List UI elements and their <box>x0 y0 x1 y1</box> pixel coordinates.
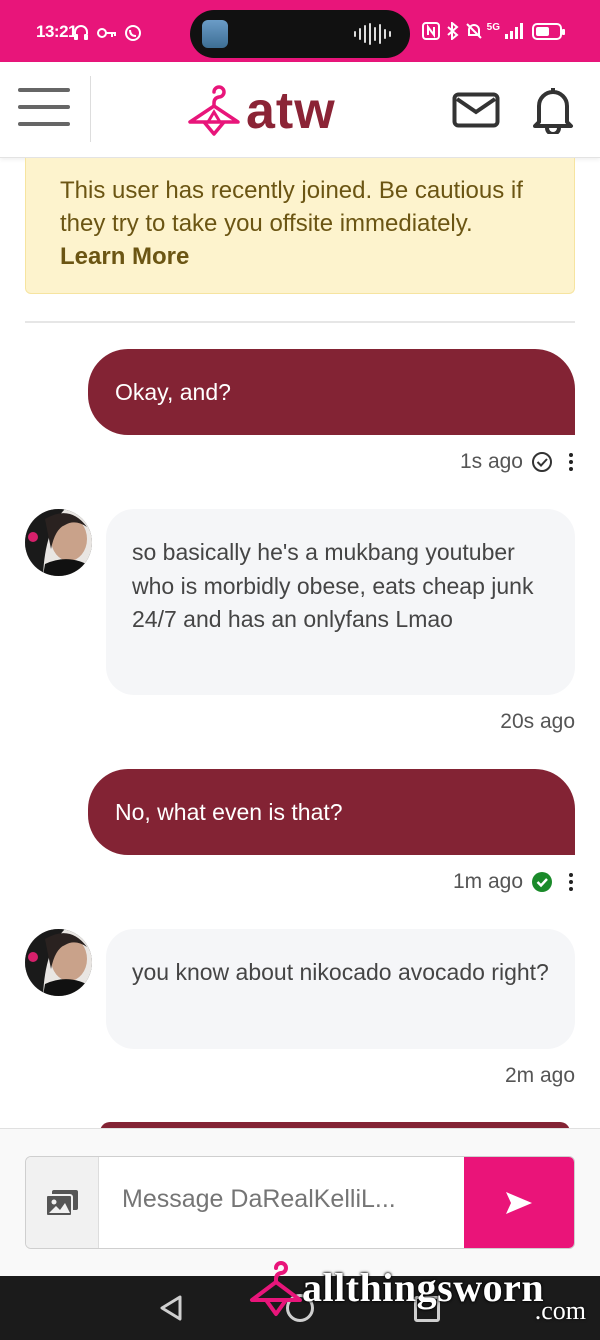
message-text: so basically he's a mukbang youtuber who… <box>132 539 534 632</box>
attach-image-button[interactable] <box>26 1157 99 1248</box>
dynamic-island <box>190 10 410 58</box>
bell-icon <box>533 88 573 136</box>
watermark-suffix: .com <box>534 1296 586 1325</box>
watermark-text: allthingsworn <box>302 1265 545 1310</box>
bluetooth-icon <box>446 22 459 40</box>
warning-text: This user has recently joined. Be cautio… <box>60 177 523 237</box>
message-composer <box>25 1156 575 1249</box>
nfc-icon <box>421 22 440 40</box>
logo-text: atw <box>246 82 336 140</box>
message-meta: 2m ago <box>505 1064 575 1088</box>
network-label: 5G <box>486 21 500 33</box>
whatsapp-icon <box>124 24 142 42</box>
learn-more-link[interactable]: Learn More <box>60 240 540 273</box>
key-icon <box>96 24 118 42</box>
hanger-watermark-icon <box>250 1261 302 1316</box>
message-meta: 1m ago <box>453 870 575 894</box>
outgoing-message: Okay, and? <box>88 349 575 435</box>
media-thumbnail <box>202 20 228 48</box>
menu-button[interactable] <box>18 88 70 132</box>
back-icon[interactable] <box>158 1294 184 1322</box>
avatar[interactable] <box>25 509 92 576</box>
incoming-message: so basically he's a mukbang youtuber who… <box>106 509 575 695</box>
outgoing-message: No, what even is that? <box>88 769 575 855</box>
message-text: No, what even is that? <box>115 799 343 825</box>
hanger-logo-icon <box>188 85 240 136</box>
avatar-photo <box>25 509 92 576</box>
message-input[interactable] <box>122 1185 452 1214</box>
send-button[interactable] <box>464 1157 574 1248</box>
new-user-warning: This user has recently joined. Be cautio… <box>25 158 575 294</box>
signal-icon <box>505 23 523 39</box>
incoming-message: you know about nikocado avocado right? <box>106 929 575 1049</box>
battery-icon <box>532 22 565 40</box>
message-meta: 1s ago <box>460 450 575 474</box>
avatar-photo <box>25 929 92 996</box>
message-time: 1m ago <box>452 870 523 893</box>
image-gallery-icon <box>45 1189 78 1217</box>
status-left-icons <box>72 24 142 42</box>
message-meta: 20s ago <box>500 710 575 734</box>
status-time: 13:21 <box>36 22 77 41</box>
message-text: Okay, and? <box>115 379 231 405</box>
envelope-icon <box>452 92 500 128</box>
atw-logo[interactable]: atw <box>186 82 336 140</box>
message-time: 2m ago <box>504 1064 575 1087</box>
audio-wave-icon <box>354 23 391 45</box>
message-time: 20s ago <box>500 710 575 733</box>
site-watermark: allthingsworn .com <box>248 1258 600 1340</box>
status-bar: 13:21 5G <box>0 0 600 62</box>
headset-icon <box>72 24 90 42</box>
messages-button[interactable] <box>452 92 500 128</box>
message-time: 1s ago <box>459 450 523 473</box>
notifications-button[interactable] <box>530 84 576 136</box>
read-check-icon <box>532 872 552 892</box>
message-options-icon[interactable] <box>567 873 575 891</box>
divider <box>25 321 575 323</box>
hamburger-menu-icon <box>18 88 70 92</box>
send-icon <box>506 1191 532 1214</box>
sent-check-icon <box>532 452 552 472</box>
avatar[interactable] <box>25 929 92 996</box>
message-text: you know about nikocado avocado right? <box>132 959 549 985</box>
battery-level <box>536 26 550 36</box>
status-right-icons: 5G <box>421 21 565 40</box>
header-divider <box>90 76 91 142</box>
app-header: atw <box>0 62 600 158</box>
message-options-icon[interactable] <box>567 453 575 471</box>
mute-bell-icon <box>465 23 482 39</box>
